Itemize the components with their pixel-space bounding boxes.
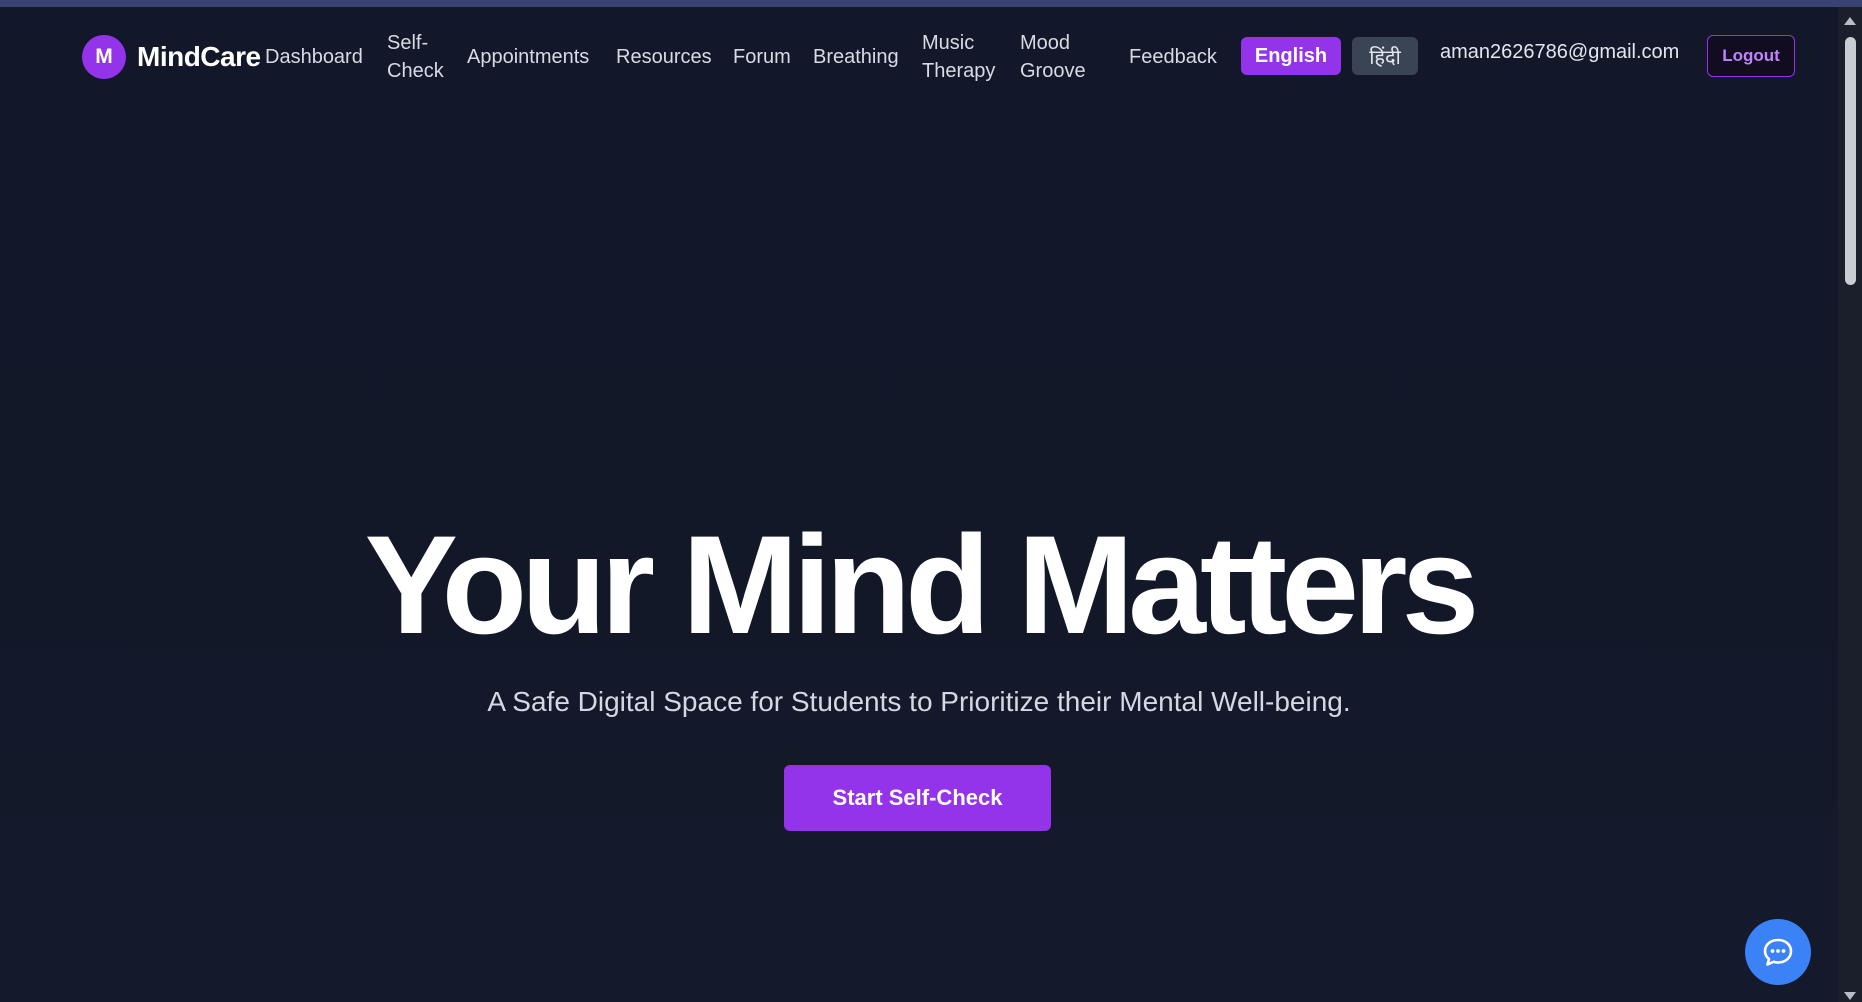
start-self-check-button[interactable]: Start Self-Check [784,765,1051,831]
brand-name: MindCare [137,41,261,72]
nav-self-check-line2: Check [387,60,444,82]
nav-music-therapy-line1: Music [922,32,975,54]
page-scrollbar[interactable] [1838,7,1862,1002]
nav-self-check-line1: Self- [387,32,429,54]
brand-mark-icon: M [82,35,126,79]
hero-subtitle: A Safe Digital Space for Students to Pri… [487,686,1351,717]
nav-dashboard[interactable]: Dashboard [265,43,363,71]
scrollbar-thumb[interactable] [1845,37,1856,285]
nav-music-therapy-line2: Therapy [922,60,996,82]
scroll-up-arrow-icon[interactable] [1844,17,1856,25]
logout-button[interactable]: Logout [1707,35,1795,77]
brand-logo[interactable]: M MindCare [82,35,261,79]
nav-mood-groove-line1: Mood [1020,32,1071,54]
nav-mood-groove-line2: Groove [1020,60,1086,82]
nav-appointments[interactable]: Appointments [467,43,589,71]
nav-feedback[interactable]: Feedback [1129,43,1217,71]
language-hindi-button[interactable]: हिंदी [1352,37,1418,75]
window-top-strip [0,0,1862,7]
language-english-button[interactable]: English [1241,37,1341,75]
nav-mood-groove[interactable]: Mood Groove [1020,29,1086,85]
app-viewport: M MindCare Dashboard Self- Check Appoint… [0,0,1862,1002]
hero-title: Your Mind Matters [364,506,1480,663]
nav-self-check[interactable]: Self- Check [387,29,444,85]
scroll-down-arrow-icon[interactable] [1844,992,1856,1000]
nav-resources[interactable]: Resources [616,43,712,71]
nav-music-therapy[interactable]: Music Therapy [922,29,995,85]
top-navigation: M MindCare Dashboard Self- Check Appoint… [0,7,1838,105]
user-email: aman2626786@gmail.com [1440,41,1680,63]
nav-forum[interactable]: Forum [733,43,791,71]
nav-breathing[interactable]: Breathing [813,43,899,71]
chat-bubble-icon [1763,938,1793,966]
chat-button[interactable] [1745,919,1811,985]
